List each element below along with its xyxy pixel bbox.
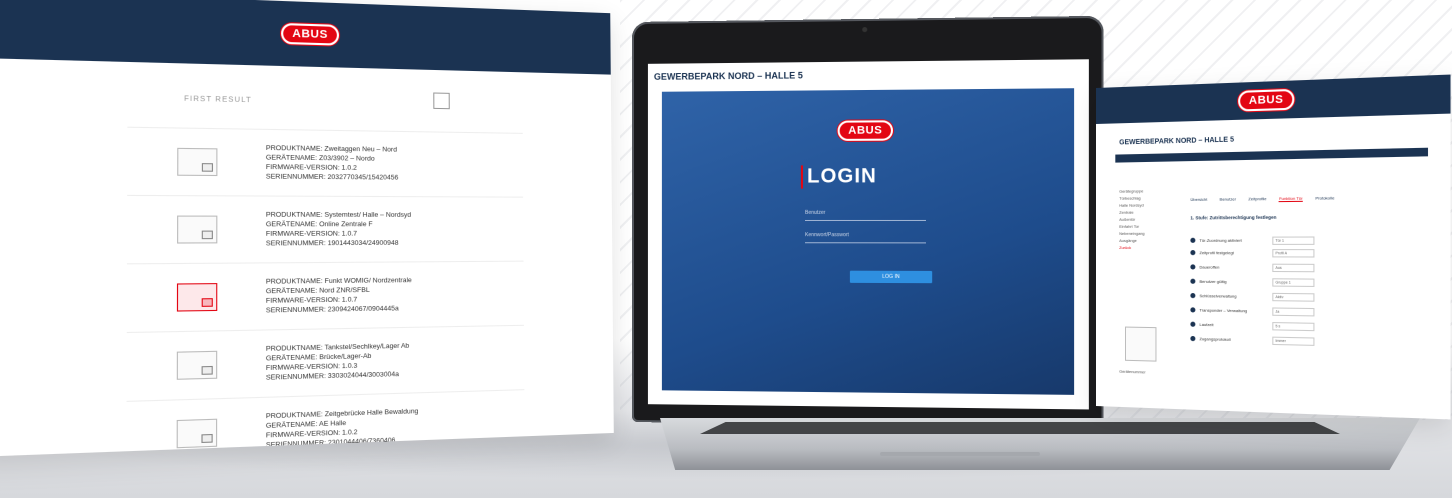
form-row[interactable]: Daueroffen Aus: [1190, 263, 1315, 272]
username-label: Benutzer: [805, 209, 826, 216]
login-panel: ABUS LOGIN Benutzer Kennwort/Passwort LO…: [661, 88, 1075, 395]
camera-icon: [862, 27, 868, 33]
device-thumbnail-icon: [176, 418, 218, 449]
device-thumbnail-icon: [177, 147, 218, 177]
sidebar-item-active[interactable]: Zurück: [1119, 244, 1178, 251]
toggle-icon[interactable]: [1190, 250, 1196, 256]
form-row[interactable]: Schlüsselverwaltung Aktiv: [1190, 292, 1315, 302]
toggle-icon[interactable]: [1190, 321, 1196, 327]
form-title: 1. Stufe: Zutrittsberechtigung festlegen: [1190, 214, 1277, 221]
product-row-selected[interactable]: PRODUKTNAME: Funkt WOMIG/ Nordzentrale G…: [126, 260, 524, 332]
laptop-screen: GEWERBEPARK NORD – HALLE 5 ABUS LOGIN Be…: [647, 59, 1089, 410]
device-thumbnail-icon: [176, 283, 218, 312]
laptop-lid: GEWERBEPARK NORD – HALLE 5 ABUS LOGIN Be…: [632, 15, 1104, 429]
product-details: PRODUKTNAME: Funkt WOMIG/ Nordzentrale G…: [265, 276, 412, 315]
abus-logo[interactable]: ABUS: [1238, 88, 1294, 112]
form-row[interactable]: Tür-Zuordnung aktiviert Tür 1: [1190, 235, 1315, 245]
product-row[interactable]: PRODUKTNAME: Zweitaggen Neu – Nord GERÄT…: [127, 126, 524, 197]
left-screen-product-list: ABUS FIRST RESULT PRODUKTNAME: Zweitagge…: [0, 0, 614, 458]
login-title: LOGIN: [800, 165, 877, 189]
title-bar: [1115, 147, 1429, 163]
laptop-keyboard-edge: [700, 422, 1340, 434]
search-label: FIRST RESULT: [184, 95, 252, 105]
form-row[interactable]: Transponder – Verwaltung Ja: [1190, 306, 1315, 316]
login-button[interactable]: LOG IN: [849, 270, 933, 284]
form-row[interactable]: Benutzer gültig Gruppe 1: [1190, 277, 1315, 287]
toggle-icon[interactable]: [1190, 335, 1196, 342]
username-field[interactable]: [805, 219, 926, 221]
form-row[interactable]: Zeitprofil festgelegt Profil A: [1190, 248, 1315, 257]
product-details: PRODUKTNAME: Tankstel/Sechlkey/Lager Ab …: [265, 342, 410, 382]
form-row[interactable]: Zugangsprotokoll Immer: [1190, 335, 1315, 346]
product-row[interactable]: PRODUKTNAME: Systemtest/ Halle – Nordsyd…: [126, 194, 524, 264]
footer-label: Gerätenummer: [1119, 368, 1146, 375]
device-image-icon: [1125, 326, 1157, 362]
device-thumbnail-icon: [177, 215, 218, 244]
sidebar: Gerätegruppe Türbeschlag Halle Nordsyd Z…: [1119, 187, 1178, 251]
window-title: GEWERBEPARK NORD – HALLE 5: [653, 70, 803, 82]
toggle-icon[interactable]: [1190, 293, 1196, 299]
abus-logo[interactable]: ABUS: [281, 22, 339, 46]
tab-door-function[interactable]: Funktion Tür: [1279, 195, 1303, 203]
tab-bar: Übersicht Benutzer Zeitprofile Funktion …: [1190, 195, 1334, 203]
password-field[interactable]: [805, 242, 926, 244]
tab-users[interactable]: Benutzer: [1220, 196, 1236, 202]
abus-logo: ABUS: [838, 120, 893, 141]
device-thumbnail-icon: [176, 350, 218, 380]
product-row[interactable]: PRODUKTNAME: Tankstel/Sechlkey/Lager Ab …: [126, 324, 525, 401]
password-label: Kennwort/Passwort: [805, 232, 849, 239]
toggle-icon[interactable]: [1190, 264, 1196, 270]
form-row[interactable]: Laufzeit 5 s: [1190, 321, 1315, 331]
tab-overview[interactable]: Übersicht: [1190, 197, 1207, 203]
sidebar-item[interactable]: Ausgänge: [1119, 237, 1178, 244]
toggle-icon[interactable]: [1190, 237, 1196, 243]
product-details: PRODUKTNAME: Zweitaggen Neu – Nord GERÄT…: [265, 144, 399, 182]
toggle-icon[interactable]: [1190, 307, 1196, 313]
product-details: PRODUKTNAME: Systemtest/ Halle – Nordsyd…: [265, 211, 412, 248]
filter-icon[interactable]: [433, 92, 450, 110]
right-screen-settings: ABUS GEWERBEPARK NORD – HALLE 5 Gerätegr…: [1096, 74, 1451, 420]
toggle-icon[interactable]: [1190, 278, 1196, 284]
tab-time-profiles[interactable]: Zeitprofile: [1248, 196, 1266, 202]
tab-logs[interactable]: Protokolle: [1315, 195, 1334, 202]
laptop-trackpad-lip: [880, 452, 1040, 456]
